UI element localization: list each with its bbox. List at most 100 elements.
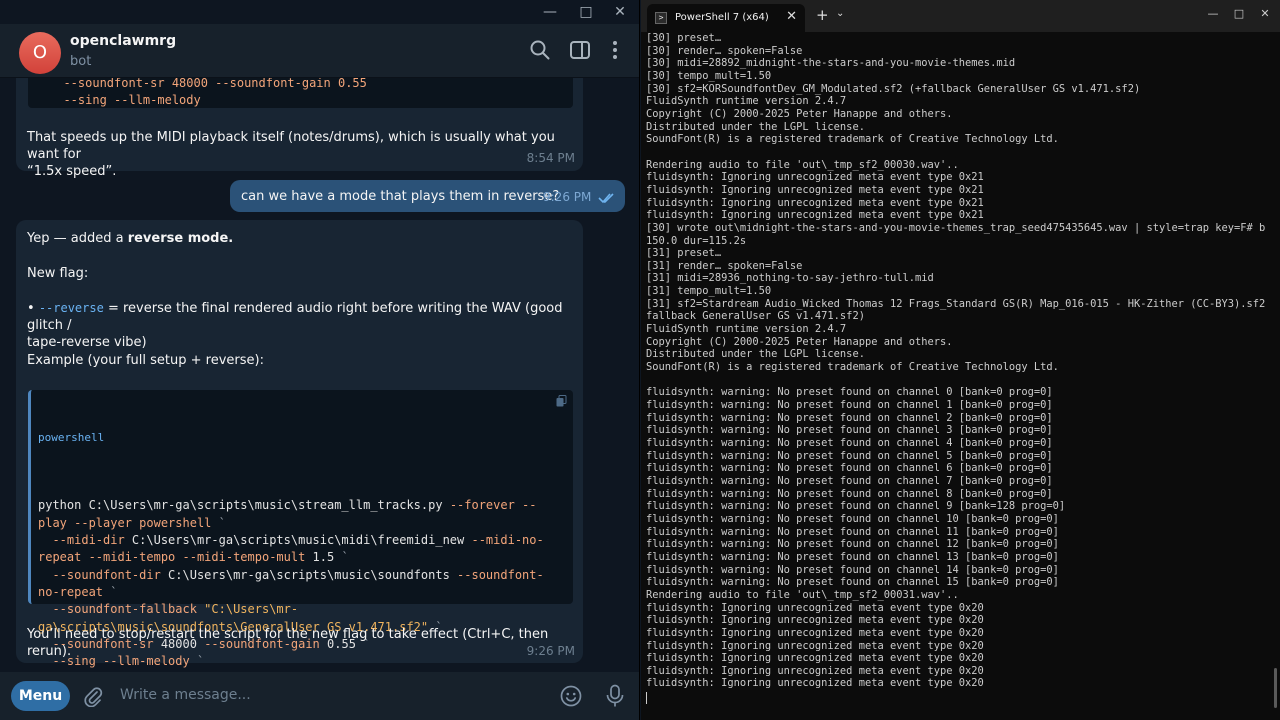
terminal-line: Copyright (C) 2000-2025 Peter Hanappe an… (646, 335, 953, 348)
terminal-line: FluidSynth runtime version 2.4.7 (646, 323, 847, 336)
telegram-titlebar: — □ ✕ (0, 0, 639, 24)
terminal-line: [30] preset… (646, 32, 722, 44)
bullet: • (27, 301, 39, 316)
bot-message: Yep — added a reverse mode. New flag: • … (16, 220, 583, 672)
terminal-line: [31] sf2=Stardream Audio_Wicked Thomas 1… (646, 297, 1266, 310)
code-line: --soundfont-sr 48000 --soundfont-gain 0.… (49, 78, 367, 90)
inline-code: --reverse (38, 301, 104, 315)
terminal-line: fluidsynth: Ignoring unrecognized meta e… (646, 601, 984, 614)
code-line: --midi-dir C:\Users\mr-ga\scripts\music\… (38, 532, 573, 549)
avatar[interactable]: O (19, 32, 61, 74)
flag-desc: = reverse the final rendered audio right… (27, 301, 563, 333)
terminal-line: fluidsynth: Ignoring unrecognized meta e… (646, 196, 984, 209)
bot-message: --soundfont-sr 48000 --soundfont-gain 0.… (16, 78, 583, 179)
code-line: --soundfont-dir C:\Users\mr-ga\scripts\m… (38, 567, 573, 584)
close-icon[interactable]: ✕ (1251, 4, 1279, 24)
text-line: That speeds up the MIDI playback itself … (27, 130, 555, 162)
flag-desc-cont: tape-reverse vibe) (27, 335, 147, 350)
terminal-line: fluidsynth: Ignoring unrecognized meta e… (646, 183, 984, 196)
terminal-line: Distributed under the LGPL license. (646, 348, 865, 361)
minimize-icon[interactable]: — (536, 2, 564, 22)
terminal-line: fluidsynth: warning: No preset found on … (646, 437, 1053, 449)
terminal-line: SoundFont(R) is a registered trademark o… (646, 133, 1059, 146)
tab-title: PowerShell 7 (x64) (675, 12, 769, 23)
code-token: play --player powershell (38, 515, 219, 530)
code-token: ` (218, 515, 226, 530)
chat-name: openclawmrg (70, 33, 177, 49)
code-line: --soundfont-fallback "C:\Users\mr- (38, 601, 573, 618)
code-language: powershell (38, 430, 105, 444)
maximize-icon[interactable]: □ (1225, 4, 1253, 24)
terminal-line: [30] tempo_mult=1.50 (646, 69, 772, 82)
terminal-line: fluidsynth: warning: No preset found on … (646, 411, 1053, 424)
search-icon[interactable] (529, 39, 551, 61)
paperclip-icon[interactable] (82, 685, 104, 707)
terminal-line: fluidsynth: warning: No preset found on … (646, 563, 1059, 576)
maximize-icon[interactable]: □ (572, 2, 600, 22)
terminal-line: fluidsynth: Ignoring unrecognized meta e… (646, 652, 984, 665)
terminal-line: fluidsynth: warning: No preset found on … (646, 386, 1053, 399)
telegram-window: — □ ✕ O openclawmrg bot --soundfont-sr 4… (0, 0, 640, 720)
message-input[interactable]: Write a message... (120, 687, 251, 703)
copy-icon[interactable] (556, 395, 567, 407)
code-token: 1.5 (312, 550, 342, 565)
minimize-icon[interactable]: — (1199, 4, 1227, 24)
message-intro: Yep — added a reverse mode. (27, 230, 233, 247)
example-label: Example (your full setup + reverse): (27, 353, 264, 368)
code-token: --soundfont- (457, 567, 544, 582)
microphone-icon[interactable] (605, 684, 625, 708)
message-list[interactable]: --soundfont-sr 48000 --soundfont-gain 0.… (0, 78, 639, 672)
code-token: no-repeat (38, 584, 111, 599)
new-tab-icon[interactable]: + (816, 6, 829, 24)
flag-description: • --reverse = reverse the final rendered… (27, 300, 577, 351)
user-message: can we have a mode that plays them in re… (230, 180, 625, 212)
terminal-line: fluidsynth: Ignoring unrecognized meta e… (646, 664, 984, 677)
menu-button[interactable]: Menu (11, 681, 70, 711)
message-text: That speeds up the MIDI playback itself … (27, 129, 577, 180)
powershell-icon: > (655, 12, 667, 24)
code-token: C:\Users\mr-ga\scripts\music\soundfonts (168, 567, 458, 582)
code-token: ` (341, 550, 349, 565)
emoji-icon[interactable] (560, 685, 582, 707)
chevron-down-icon[interactable]: ⌄ (836, 8, 844, 19)
chat-header[interactable]: O openclawmrg bot (0, 24, 639, 78)
message-time: 8:54 PM (526, 151, 575, 165)
terminal-line: fluidsynth: Ignoring unrecognized meta e… (646, 677, 984, 690)
intro-bold: reverse mode. (127, 231, 234, 246)
message-outro: You’ll need to stop/restart the script f… (27, 627, 549, 659)
more-vertical-icon[interactable] (604, 39, 626, 61)
message-time: 9:26 PM (543, 190, 592, 204)
close-icon[interactable]: ✕ (606, 2, 634, 22)
terminal-output[interactable]: [30] preset… [30] render… spoken=False [30… (646, 32, 1266, 720)
code-token: --midi-no- (471, 533, 544, 548)
terminal-line: fluidsynth: warning: No preset found on … (646, 474, 1053, 487)
terminal-line: fluidsynth: warning: No preset found on … (646, 449, 1053, 462)
terminal-line: Distributed under the LGPL license. (646, 120, 865, 133)
scrollbar[interactable] (1274, 668, 1277, 708)
code-token: python C:\Users\mr-ga\scripts\music\stre… (38, 498, 450, 513)
terminal-line: [30] wrote out\midnight-the-stars-and-yo… (646, 221, 1266, 234)
tab-close-icon[interactable]: ✕ (786, 9, 797, 24)
terminal-line: [31] preset… (646, 247, 722, 260)
code-token: --soundfont-dir (38, 567, 169, 582)
code-token: --soundfont-fallback (38, 602, 205, 617)
terminal-line: Rendering audio to file 'out\_tmp_sf2_00… (646, 588, 959, 601)
terminal-line: fluidsynth: Ignoring unrecognized meta e… (646, 639, 984, 652)
sidebar-toggle-icon[interactable] (569, 39, 591, 61)
terminal-line: fluidsynth: Ignoring unrecognized meta e… (646, 171, 984, 184)
terminal-line: fluidsynth: Ignoring unrecognized meta e… (646, 209, 984, 222)
terminal-line: Rendering audio to file 'out\_tmp_sf2_00… (646, 158, 959, 171)
terminal-line: [30] render… spoken=False (646, 44, 803, 57)
terminal-line: 150.0 dur=115.2s (646, 234, 747, 247)
code-block[interactable]: powershell python C:\Users\mr-ga\scripts… (28, 390, 573, 672)
code-line: repeat --midi-tempo --midi-tempo-mult 1.… (38, 549, 573, 566)
terminal-line: fluidsynth: warning: No preset found on … (646, 525, 1059, 538)
terminal-line: fluidsynth: Ignoring unrecognized meta e… (646, 614, 984, 627)
code-token: --midi-dir (38, 533, 132, 548)
terminal-line: fluidsynth: warning: No preset found on … (646, 538, 1059, 551)
terminal-tab[interactable]: > PowerShell 7 (x64) ✕ (647, 4, 805, 32)
terminal-line: [31] midi=28936_nothing-to-say-jethro-tu… (646, 272, 934, 285)
terminal-line: [31] tempo_mult=1.50 (646, 285, 772, 298)
